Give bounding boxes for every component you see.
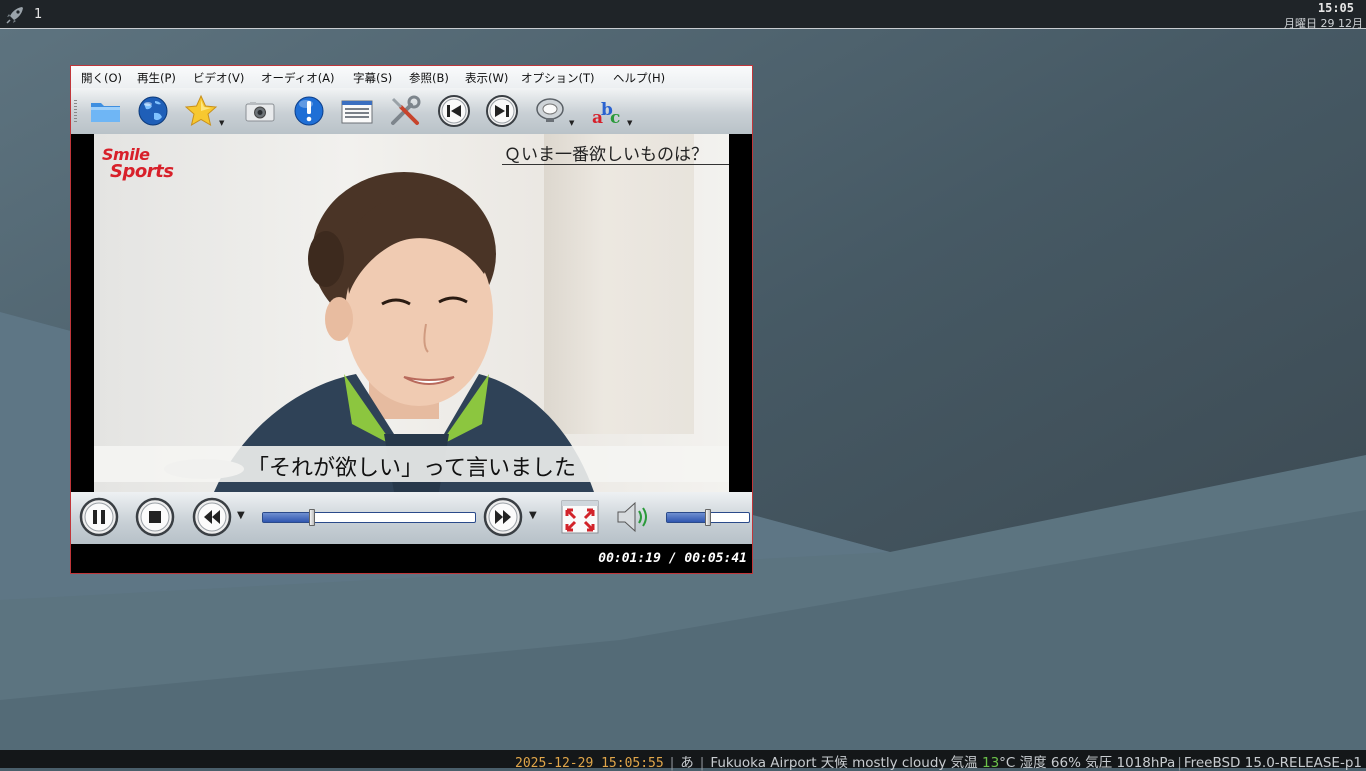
separator: |: [1177, 755, 1182, 771]
brand-logo-line2: Sports: [110, 161, 174, 182]
clock-time: 15:05: [1317, 1, 1354, 15]
menu-audio[interactable]: オーディオ(A): [261, 70, 335, 86]
ime-indicator[interactable]: あ: [680, 755, 694, 771]
forward-dropdown-icon[interactable]: ▼: [529, 510, 537, 521]
subtitle-dropdown-icon[interactable]: ▼: [627, 119, 632, 127]
menu-play[interactable]: 再生(P): [137, 70, 176, 86]
seek-slider-fill: [263, 513, 312, 522]
question-caption: Ｑいま一番欲しいものは？: [502, 140, 729, 165]
status-datetime: 2025-12-29 15:05:55: [515, 756, 664, 771]
video-subtitle: 「それが欲しい」って言いました: [247, 456, 576, 481]
weather-prefix: Fukuoka Airport 天候 mostly cloudy 気温: [710, 755, 982, 771]
speaker-volume-icon[interactable]: [614, 500, 654, 534]
pause-button[interactable]: [79, 497, 119, 537]
separator: |: [699, 755, 705, 771]
menu-bar: 開く(O) 再生(P) ビデオ(V) オーディオ(A) 字幕(S) 参照(B) …: [71, 66, 752, 88]
os-version: FreeBSD 15.0-RELEASE-p1: [1183, 755, 1362, 771]
brand-logo: Smile Sports: [102, 146, 174, 182]
favorites-dropdown-icon[interactable]: ▼: [219, 119, 224, 127]
stop-button[interactable]: [135, 497, 175, 537]
clock-date: 月曜日 29 12月: [1284, 17, 1363, 28]
seek-slider-handle[interactable]: [309, 509, 315, 526]
rocket-launcher-icon[interactable]: [5, 5, 25, 25]
toolbar: ▼ ▼ a b c ▼: [71, 88, 752, 135]
video-display[interactable]: Smile Sports Ｑいま一番欲しいものは？ 「それが欲しい」って言いまし…: [71, 134, 752, 492]
volume-slider-handle[interactable]: [705, 509, 711, 526]
svg-text:c: c: [610, 108, 620, 128]
top-panel: 1 15:05 月曜日 29 12月: [0, 0, 1366, 29]
playlist-icon[interactable]: [339, 93, 375, 129]
fullscreen-icon[interactable]: [561, 499, 599, 535]
globe-icon[interactable]: [135, 93, 171, 129]
volume-slider[interactable]: [666, 509, 750, 526]
menu-help[interactable]: ヘルプ(H): [613, 70, 665, 86]
rewind-dropdown-icon[interactable]: ▼: [237, 510, 245, 521]
next-track-icon[interactable]: [484, 93, 520, 129]
menu-video[interactable]: ビデオ(V): [193, 70, 244, 86]
separator: |: [669, 755, 675, 771]
menu-open[interactable]: 開く(O): [81, 70, 122, 86]
player-status-bar: 00:01:19 / 00:05:41: [71, 544, 752, 573]
weather-temperature: 13: [981, 755, 1000, 771]
time-display: 00:01:19 / 00:05:41: [598, 551, 747, 566]
volume-slider-fill: [667, 513, 708, 522]
person-figure: [164, 172, 594, 492]
folder-icon[interactable]: [88, 93, 124, 129]
info-icon[interactable]: [291, 93, 327, 129]
bottom-status-bar: 2025-12-29 15:05:55 | あ | Fukuoka Airport 天候…: [0, 750, 1366, 771]
forward-button[interactable]: [483, 497, 523, 537]
screenshot-camera-icon[interactable]: [242, 93, 278, 129]
audio-track-icon[interactable]: [533, 93, 569, 129]
audio-track-dropdown-icon[interactable]: ▼: [569, 119, 574, 127]
previous-track-icon[interactable]: [436, 93, 472, 129]
seek-slider[interactable]: [262, 509, 476, 526]
toolbar-grip[interactable]: [74, 100, 77, 122]
weather-suffix: °C 湿度 66% 気圧 1018hPa: [999, 755, 1176, 771]
playback-controls: ▼ ▼: [71, 492, 752, 544]
rewind-button[interactable]: [192, 497, 232, 537]
menu-view[interactable]: 表示(W): [465, 70, 508, 86]
workspace-indicator[interactable]: 1: [34, 7, 42, 22]
menu-browse[interactable]: 参照(B): [409, 70, 449, 86]
favorites-star-icon[interactable]: [183, 93, 219, 129]
menu-options[interactable]: オプション(T): [521, 70, 595, 86]
subtitle-abc-icon[interactable]: a b c: [589, 93, 625, 129]
video-frame: Smile Sports Ｑいま一番欲しいものは？ 「それが欲しい」って言いまし…: [94, 134, 729, 492]
menu-subtitles[interactable]: 字幕(S): [353, 70, 392, 86]
media-player-window: 開く(O) 再生(P) ビデオ(V) オーディオ(A) 字幕(S) 参照(B) …: [70, 65, 753, 574]
preferences-tools-icon[interactable]: [387, 93, 423, 129]
